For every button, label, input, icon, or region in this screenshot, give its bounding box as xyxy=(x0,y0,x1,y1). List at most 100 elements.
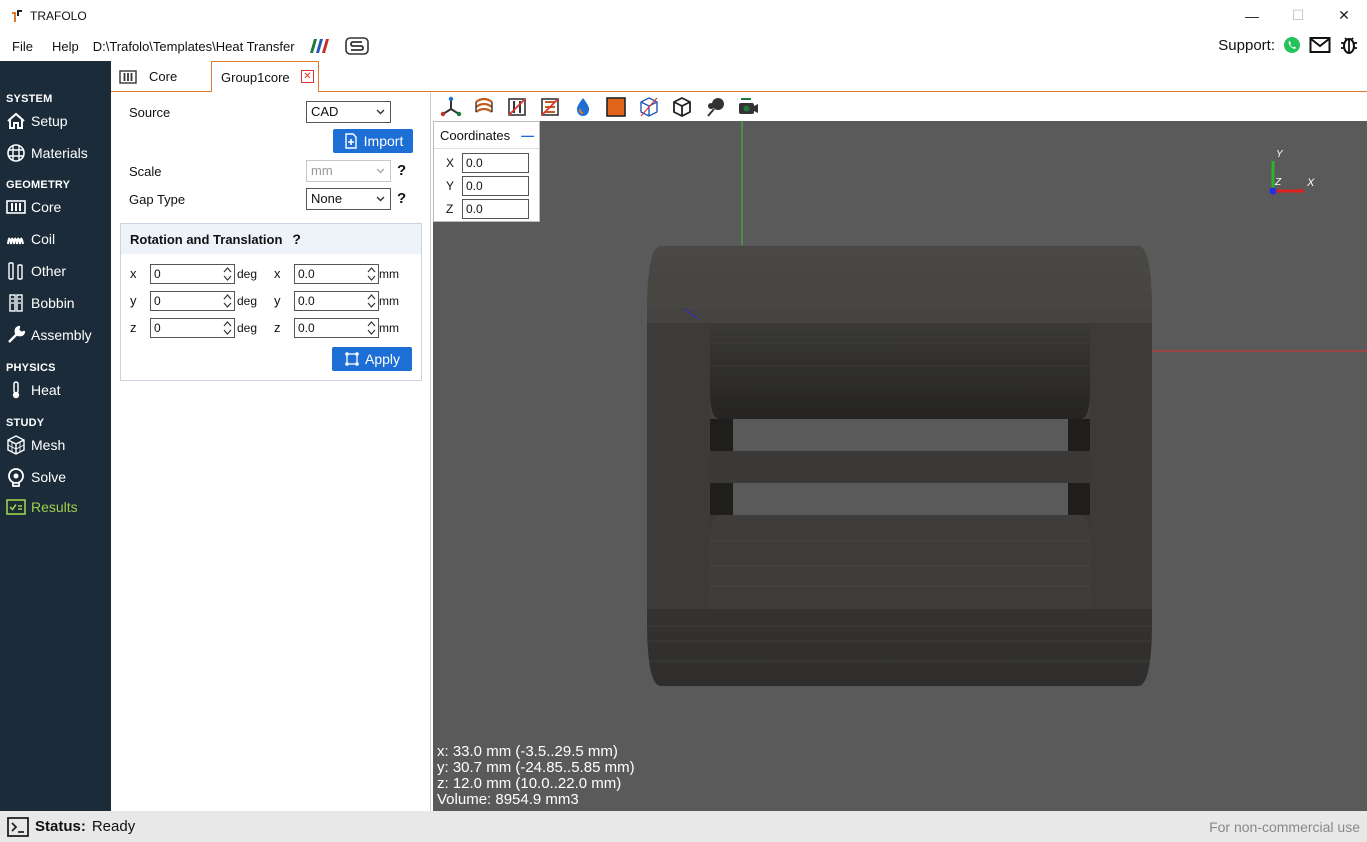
solid-square-icon xyxy=(606,96,626,117)
support-label: Support: xyxy=(1218,36,1275,54)
sidebar-item-setup[interactable]: Setup xyxy=(0,105,111,137)
sidebar-item-other[interactable]: Other xyxy=(0,255,111,287)
camera-reset-button[interactable] xyxy=(736,95,760,119)
core-hide-button[interactable] xyxy=(505,95,529,119)
axis-y-label: Y xyxy=(1276,149,1284,160)
3d-viewport[interactable]: Y Z X Coordinates — X 0.0 Y 0.0 Z 0.0 x:… xyxy=(433,121,1367,811)
coord-y-input[interactable]: 0.0 xyxy=(462,176,529,196)
scale-help-icon[interactable]: ? xyxy=(397,162,406,179)
spin-arrows-icon[interactable] xyxy=(367,266,376,282)
thermometer-icon xyxy=(12,381,20,399)
gap-type-help-icon[interactable]: ? xyxy=(397,190,406,207)
coordinates-header: Coordinates — xyxy=(434,122,539,149)
sidebar-item-assembly[interactable]: Assembly xyxy=(0,319,111,351)
spin-arrows-icon[interactable] xyxy=(223,320,232,336)
coil-icon xyxy=(7,237,24,245)
rotation-x-input[interactable]: 0 xyxy=(150,264,235,284)
volume: Volume: 8954.9 mm3 xyxy=(437,791,579,808)
spin-arrows-icon[interactable] xyxy=(223,266,232,282)
sidebar-item-label: Materials xyxy=(31,145,88,161)
sidebar-item-mesh[interactable]: Mesh xyxy=(0,429,111,461)
core-model[interactable]: Y Z X xyxy=(433,121,1367,811)
axes-view-button[interactable] xyxy=(439,95,463,119)
menu-help[interactable]: Help xyxy=(52,39,79,54)
apply-label: Apply xyxy=(364,351,401,367)
source-select[interactable]: CAD xyxy=(306,101,391,123)
chevron-down-icon xyxy=(376,196,385,202)
tr-x-label: x xyxy=(274,266,281,281)
sidebar-item-heat[interactable]: Heat xyxy=(0,374,111,406)
source-label: Source xyxy=(129,105,171,120)
coord-x-input[interactable]: 0.0 xyxy=(462,153,529,173)
close-window-button[interactable]: ✕ xyxy=(1321,0,1367,31)
coil-hide-button[interactable] xyxy=(538,95,562,119)
deg-unit: deg xyxy=(237,321,258,335)
lattice-icon xyxy=(7,144,25,162)
sidebar-item-bobbin[interactable]: Bobbin xyxy=(0,287,111,319)
gap-type-select[interactable]: None xyxy=(306,188,391,210)
import-button[interactable]: Import xyxy=(333,129,413,153)
wireframe-view-button[interactable] xyxy=(637,95,661,119)
status-bar: Status: Ready For non-commercial use xyxy=(0,811,1367,842)
minimize-button[interactable]: — xyxy=(1229,0,1275,31)
gap-type-value: None xyxy=(311,191,343,206)
rotation-help-icon[interactable]: ? xyxy=(292,231,301,247)
translation-z-value: 0.0 xyxy=(298,321,315,335)
tab-strip: Core Group1core ✕ xyxy=(111,61,1367,93)
sidebar-item-results[interactable]: Results xyxy=(0,493,111,521)
solver-logo-icon[interactable] xyxy=(344,37,369,55)
tr-z-label: z xyxy=(274,320,281,335)
project-path: D:\Trafolo\Templates\Heat Transfer xyxy=(92,38,295,54)
solid-view-button[interactable] xyxy=(604,95,628,119)
rotation-y-input[interactable]: 0 xyxy=(150,291,235,311)
collapse-icon[interactable]: — xyxy=(521,128,534,143)
extent-z: z: 12.0 mm (10.0..22.0 mm) xyxy=(437,775,622,792)
transform-icon xyxy=(345,352,359,366)
rot-x-label: x xyxy=(130,266,137,281)
rotation-x-value: 0 xyxy=(154,267,161,281)
axis-z-label: Z xyxy=(1274,177,1282,188)
tab-group1core[interactable]: Group1core ✕ xyxy=(211,61,319,93)
cube-view-button[interactable] xyxy=(670,95,694,119)
title-bar: TRAFOLO — ☐ ✕ xyxy=(0,0,1367,31)
mail-icon[interactable] xyxy=(1309,36,1331,54)
bug-report-icon[interactable] xyxy=(1339,35,1359,55)
probe-button[interactable] xyxy=(703,95,727,119)
sidebar-item-coil[interactable]: Coil xyxy=(0,223,111,255)
rotation-translation-header: Rotation and Translation ? xyxy=(121,224,421,254)
rotation-z-input[interactable]: 0 xyxy=(150,318,235,338)
translation-y-input[interactable]: 0.0 xyxy=(294,291,379,311)
sidebar-item-label: Core xyxy=(31,199,62,215)
translation-z-input[interactable]: 0.0 xyxy=(294,318,379,338)
axis-x-label: X xyxy=(1306,177,1315,189)
translation-x-input[interactable]: 0.0 xyxy=(294,264,379,284)
coord-row-x: X 0.0 xyxy=(434,153,541,175)
coil-view-button[interactable] xyxy=(472,95,496,119)
paraview-icon[interactable] xyxy=(307,38,331,54)
import-file-icon xyxy=(344,133,357,149)
scale-select[interactable]: mm xyxy=(306,160,391,182)
sidebar-item-solve[interactable]: Solve xyxy=(0,461,111,493)
spin-arrows-icon[interactable] xyxy=(367,320,376,336)
mm-unit: mm xyxy=(379,267,399,281)
coord-row-z: Z 0.0 xyxy=(434,199,541,221)
spin-arrows-icon[interactable] xyxy=(223,293,232,309)
spin-arrows-icon[interactable] xyxy=(367,293,376,309)
support-area: Support: xyxy=(1218,35,1359,55)
close-tab-icon[interactable]: ✕ xyxy=(301,70,314,83)
menu-file[interactable]: File xyxy=(12,39,33,54)
geometry-panel: Source CAD Import Scale mm ? Gap Type No… xyxy=(111,92,431,811)
whatsapp-icon[interactable] xyxy=(1283,36,1301,54)
coord-z-input[interactable]: 0.0 xyxy=(462,199,529,219)
trafolo-logo-icon xyxy=(12,9,22,22)
tab-core[interactable]: Core xyxy=(119,61,177,92)
sidebar-item-core[interactable]: Core xyxy=(0,191,111,223)
maximize-button[interactable]: ☐ xyxy=(1275,0,1321,31)
sidebar-item-materials[interactable]: Materials xyxy=(0,137,111,169)
sidebar-item-label: Heat xyxy=(31,382,61,398)
translation-x-value: 0.0 xyxy=(298,267,315,281)
viewport-toolbar xyxy=(433,92,1367,121)
fluid-view-button[interactable] xyxy=(571,95,595,119)
terminal-icon[interactable] xyxy=(7,816,29,838)
apply-button[interactable]: Apply xyxy=(332,347,412,371)
